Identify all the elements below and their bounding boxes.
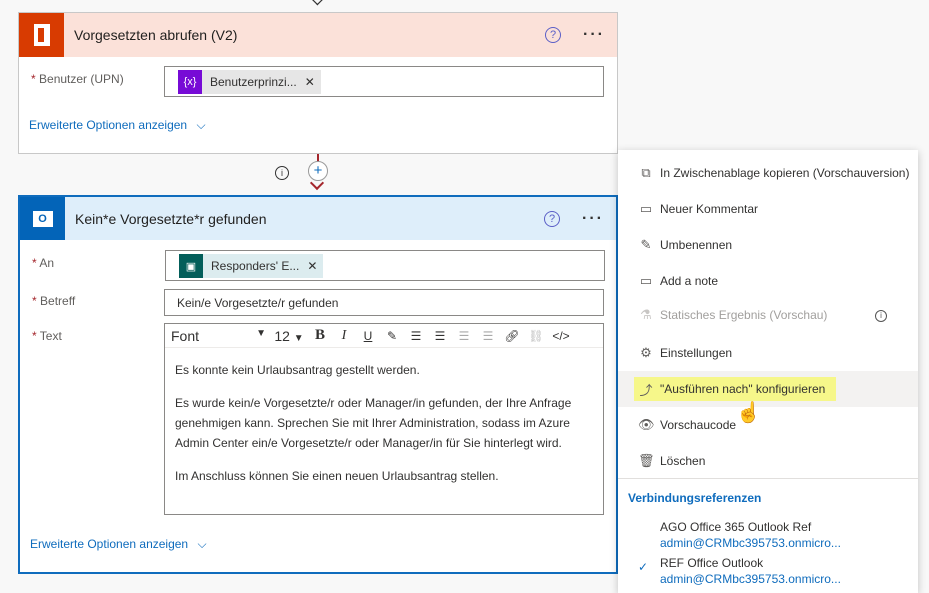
body-paragraph: Es konnte kein Urlaubsantrag gestellt we… xyxy=(175,363,420,377)
body-paragraph: Es wurde kein/e Vorgesetzte/r oder Manag… xyxy=(175,396,572,450)
menu-item-delete[interactable]: 🗑︎ Löschen xyxy=(618,443,918,479)
connection-item[interactable]: AGO Office 365 Outlook Ref admin@CRMbc395… xyxy=(660,519,841,551)
remove-token-icon[interactable]: ✕ xyxy=(307,259,323,273)
subject-value: Kein/e Vorgesetzte/r gefunden xyxy=(177,296,339,310)
menu-item-rename[interactable]: ✎ Umbenennen xyxy=(618,227,918,263)
comment-icon: ▭ xyxy=(639,201,653,216)
pencil-icon: ✎ xyxy=(640,237,652,252)
gear-icon: ⚙ xyxy=(640,345,652,360)
italic-button[interactable]: I xyxy=(332,328,356,344)
font-size-select[interactable]: 12 ▼ xyxy=(270,328,308,344)
token-label: Benutzerprinzi... xyxy=(210,75,297,89)
increase-indent-icon[interactable]: ☰ xyxy=(476,329,500,343)
token[interactable]: {x} Benutzerprinzi... ✕ xyxy=(178,70,321,94)
subject-label: * Betreff xyxy=(32,294,76,308)
menu-item-copy[interactable]: ⧉ In Zwischenablage kopieren (Vorschauver… xyxy=(618,155,918,191)
more-options-icon[interactable]: ··· xyxy=(582,210,604,228)
trash-icon: 🗑︎ xyxy=(638,453,655,468)
token[interactable]: ▣ Responders' E... ✕ xyxy=(179,254,324,278)
unlink-icon[interactable]: ⛓︎ xyxy=(524,329,548,343)
info-icon[interactable]: i xyxy=(275,166,289,180)
divider xyxy=(618,478,918,479)
subject-field[interactable]: Kein/e Vorgesetzte/r gefunden xyxy=(164,289,604,316)
card-title[interactable]: Kein*e Vorgesetzte*r gefunden xyxy=(75,211,544,227)
run-after-icon: ⤴ xyxy=(639,382,653,398)
advanced-options-link[interactable]: Erweiterte Optionen anzeigen ⌵ xyxy=(29,118,206,133)
decrease-indent-icon[interactable]: ☰ xyxy=(452,329,476,343)
forms-icon: ▣ xyxy=(179,254,203,278)
text-label: * Text xyxy=(32,329,62,343)
menu-item-run-after[interactable]: ⤴ "Ausführen nach" konfigurieren xyxy=(618,371,918,407)
chevron-down-icon: ⌵ xyxy=(197,537,207,551)
hand-cursor-icon: ☝ xyxy=(736,402,761,424)
editor-body[interactable]: Es konnte kein Urlaubsantrag gestellt we… xyxy=(165,348,603,486)
editor-toolbar: Font ▼ 12 ▼ B I U ✎ ☰ ☰ ☰ ☰ 🔗︎ ⛓︎ </> xyxy=(165,324,603,348)
body-editor[interactable]: Font ▼ 12 ▼ B I U ✎ ☰ ☰ ☰ ☰ 🔗︎ ⛓︎ </> Es … xyxy=(164,323,604,515)
to-label: * An xyxy=(32,256,55,270)
help-icon[interactable]: ? xyxy=(544,210,561,227)
numbered-list-icon[interactable]: ☰ xyxy=(428,329,452,343)
field-label: * Benutzer (UPN) xyxy=(31,72,124,86)
action-card-get-manager: Vorgesetzten abrufen (V2) ? ··· * Benutz… xyxy=(18,12,618,154)
card-header[interactable]: Vorgesetzten abrufen (V2) ? ··· xyxy=(19,13,617,57)
advanced-options-link[interactable]: Erweiterte Optionen anzeigen ⌵ xyxy=(30,537,207,552)
flask-icon: ⚗ xyxy=(640,307,652,322)
section-heading: Verbindungsreferenzen xyxy=(628,491,762,505)
outlook-icon: O xyxy=(20,197,65,240)
underline-button[interactable]: U xyxy=(356,329,380,343)
connection-item-selected[interactable]: REF Office Outlook admin@CRMbc395753.onmi… xyxy=(660,555,841,587)
card-header[interactable]: O Kein*e Vorgesetzte*r gefunden ? ··· xyxy=(20,197,616,240)
bullet-list-icon[interactable]: ☰ xyxy=(404,329,428,343)
chevron-down-icon: ⌵ xyxy=(196,118,206,132)
menu-item-add-note[interactable]: ▭ Add a note xyxy=(618,263,918,299)
link-icon[interactable]: 🔗︎ xyxy=(500,329,524,343)
checkmark-icon: ✓ xyxy=(638,560,649,574)
code-view-icon[interactable]: </> xyxy=(548,329,574,343)
highlight-pen-icon[interactable]: ✎ xyxy=(380,329,404,343)
arrow-down-icon xyxy=(310,0,324,6)
action-card-send-email: O Kein*e Vorgesetzte*r gefunden ? ··· * … xyxy=(18,195,618,574)
menu-item-peek-code[interactable]: 👁︎ Vorschaucode xyxy=(618,407,918,443)
context-menu: ⧉ In Zwischenablage kopieren (Vorschauver… xyxy=(618,150,918,593)
font-select[interactable]: Font ▼ xyxy=(165,328,270,344)
menu-item-settings[interactable]: ⚙ Einstellungen xyxy=(618,335,918,371)
eye-icon: 👁︎ xyxy=(638,417,655,432)
note-icon: ▭ xyxy=(639,273,653,288)
card-title[interactable]: Vorgesetzten abrufen (V2) xyxy=(74,27,545,43)
help-icon[interactable]: ? xyxy=(545,27,562,43)
bold-button[interactable]: B xyxy=(308,327,332,344)
variable-icon: {x} xyxy=(178,70,202,94)
info-icon[interactable]: i xyxy=(875,310,887,322)
copy-icon: ⧉ xyxy=(641,165,651,180)
to-field[interactable]: ▣ Responders' E... ✕ xyxy=(165,250,605,281)
remove-token-icon[interactable]: ✕ xyxy=(305,75,321,89)
office-icon xyxy=(19,13,64,57)
body-paragraph: Im Anschluss können Sie einen neuen Urla… xyxy=(175,469,499,483)
token-label: Responders' E... xyxy=(211,259,300,273)
more-options-icon[interactable]: ··· xyxy=(583,26,605,44)
menu-item-comment[interactable]: ▭ Neuer Kommentar xyxy=(618,191,918,227)
menu-item-static-result: ⚗ Statisches Ergebnis (Vorschau) i xyxy=(618,297,918,333)
user-upn-field[interactable]: {x} Benutzerprinzi... ✕ xyxy=(164,66,604,97)
